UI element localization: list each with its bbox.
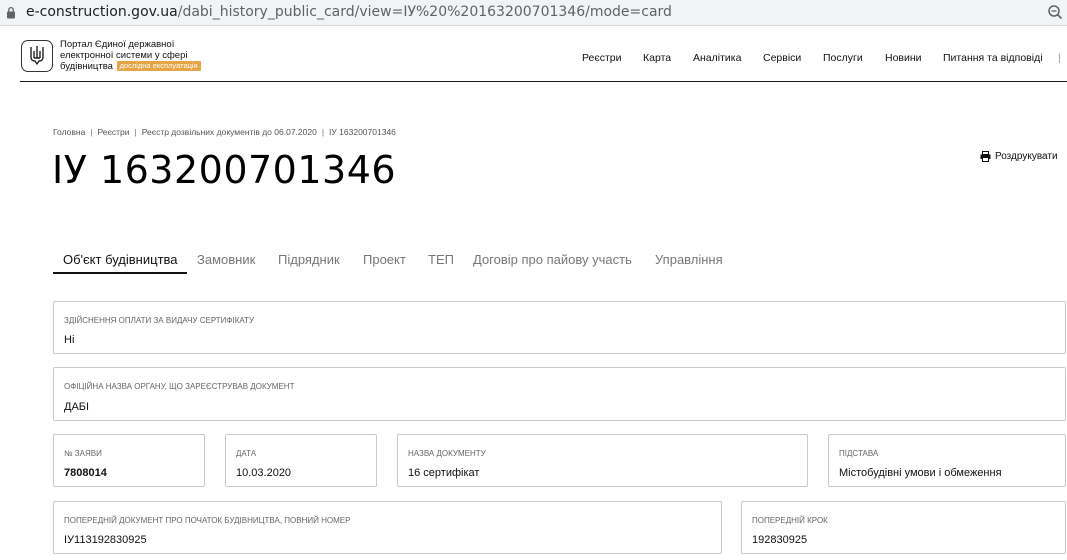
tab-tep[interactable]: ТЕП	[428, 252, 454, 267]
print-button[interactable]: Роздрукувати	[980, 151, 1058, 162]
field-organ: Офіційна назва органу, що зареєстрував д…	[53, 367, 1066, 421]
nav-services-paid[interactable]: Послуги	[823, 52, 863, 64]
breadcrumb-current: ІУ 163200701346	[329, 127, 396, 137]
page-title: ІУ 163200701346	[52, 148, 397, 192]
breadcrumb-registries[interactable]: Реєстри	[98, 127, 130, 137]
breadcrumb-home[interactable]: Головна	[53, 127, 85, 137]
printer-icon	[980, 151, 991, 162]
nav-more[interactable]: |	[1058, 52, 1061, 64]
field-label: Підстава	[839, 449, 879, 458]
field-basis: Підстава Містобудівні умови і обмеження	[828, 434, 1066, 487]
field-label: Попередній документ про початок будівниц…	[64, 516, 351, 525]
portal-name[interactable]: Портал Єдиної державної електронної сист…	[60, 39, 230, 73]
field-document-name: Назва документу 16 сертифікат	[397, 434, 808, 487]
field-value: Ні	[64, 334, 75, 346]
field-label: Назва документу	[408, 449, 486, 458]
nav-registries[interactable]: Реєстри	[582, 52, 622, 64]
nav-map[interactable]: Карта	[643, 52, 671, 64]
tab-customer[interactable]: Замовник	[197, 252, 255, 267]
tab-share-agreement[interactable]: Договір про пайову участь	[473, 252, 632, 267]
field-value: 192830925	[752, 534, 808, 546]
tab-object[interactable]: Об'єкт будівництва	[63, 252, 178, 267]
tab-management[interactable]: Управління	[655, 252, 723, 267]
field-date: Дата 10.03.2020	[225, 434, 377, 487]
field-previous-document: Попередній документ про початок будівниц…	[53, 501, 722, 554]
field-value: 7808014	[64, 467, 107, 479]
field-value: ДАБІ	[64, 401, 90, 413]
active-tab-indicator	[53, 272, 187, 274]
zoom-icon[interactable]	[1047, 4, 1063, 20]
field-label: Здійснення оплати за видачу сертифікату	[64, 316, 255, 325]
breadcrumb-registry[interactable]: Реєстр дозвільних документів до 06.07.20…	[142, 127, 317, 137]
field-value: ІУ113192830925	[64, 534, 147, 546]
field-value: Містобудівні умови і обмеження	[839, 467, 1002, 479]
field-value: 10.03.2020	[236, 467, 292, 479]
tab-contractor[interactable]: Підрядник	[278, 252, 340, 267]
site-header: Портал Єдиної державної електронної сист…	[20, 36, 1067, 82]
tab-project[interactable]: Проект	[363, 252, 406, 267]
nav-services[interactable]: Сервіси	[763, 52, 801, 64]
trial-badge: дослідна експлуатація	[116, 61, 201, 71]
lock-icon	[7, 6, 15, 19]
nav-faq[interactable]: Питання та відповіді	[943, 52, 1043, 64]
field-label: № заяви	[64, 449, 102, 458]
field-application-number: № заяви 7808014	[53, 434, 205, 487]
field-value: 16 сертифікат	[408, 467, 480, 479]
portal-name-line1: Портал Єдиної державної	[60, 39, 175, 50]
portal-name-line3: будівництва	[60, 61, 113, 72]
portal-name-line2: електронної системи у сфері	[60, 49, 188, 61]
url-text: e-construction.gov.ua/dabi_history_publi…	[26, 4, 672, 20]
nav-analytics[interactable]: Аналітика	[693, 52, 741, 64]
field-payment: Здійснення оплати за видачу сертифікату …	[53, 301, 1066, 354]
print-label: Роздрукувати	[995, 151, 1058, 162]
field-previous-step: Попередній крок 192830925	[741, 501, 1066, 554]
nav-news[interactable]: Новини	[885, 52, 922, 64]
trident-logo-icon[interactable]	[21, 40, 53, 72]
breadcrumb: Головна | Реєстри | Реєстр дозвільних докуме…	[53, 127, 396, 137]
field-label: Офіційна назва органу, що зареєстрував д…	[64, 382, 295, 391]
browser-address-bar[interactable]: e-construction.gov.ua/dabi_history_publi…	[0, 0, 1067, 26]
field-label: Дата	[236, 449, 257, 458]
field-label: Попередній крок	[752, 516, 828, 525]
